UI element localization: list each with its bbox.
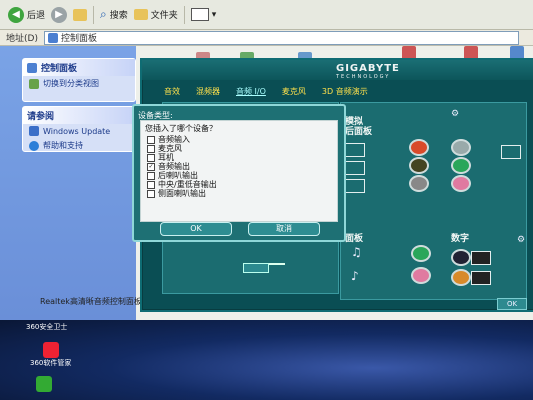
see-also-box: 请参阅 Windows Update 帮助和支持 (22, 106, 136, 152)
tab-sound-effects[interactable]: 音效 (162, 86, 182, 97)
settings-gear-icon[interactable]: ⚙ (517, 235, 525, 245)
up-folder-button[interactable] (73, 8, 88, 21)
chevron-down-icon: ▾ (211, 9, 217, 20)
divider (183, 5, 185, 24)
folder-icon (133, 9, 148, 20)
checkbox[interactable] (147, 189, 155, 198)
category-view-icon (29, 78, 39, 89)
back-arrow-icon: ◀ (8, 6, 24, 23)
tab-3d-audio-demo[interactable]: 3D 音频演示 (320, 86, 370, 97)
address-bar: 地址(D) 控制面板 (0, 30, 533, 46)
app-icon (42, 342, 59, 358)
digital-label: 数字 (451, 234, 470, 244)
device-options: 音频输入 麦克风 耳机 ✓ 音频输出 后喇叭输出 中央/重低音输出 侧面喇叭输出 (147, 135, 217, 198)
device-type-dialog: 设备类型: 您插入了哪个设备？ 音频输入 麦克风 耳机 ✓ 音频输出 后喇叭输出 … (132, 104, 346, 242)
control-panel-icon (47, 32, 58, 43)
checkbox-checked[interactable]: ✓ (147, 162, 155, 171)
windows-update-link[interactable]: Windows Update (23, 124, 135, 138)
jack-front-green-icon[interactable] (411, 245, 431, 262)
app-icon (36, 376, 52, 392)
views-icon (190, 8, 209, 21)
views-button[interactable]: ▾ (190, 8, 217, 21)
checkbox[interactable] (147, 144, 155, 153)
search-button[interactable]: ⌕ 搜索 (100, 7, 128, 22)
optical-icon (471, 251, 491, 265)
forward-button[interactable]: ▶ (51, 6, 68, 23)
speaker-icon (345, 179, 365, 193)
headphone-icon: ♫ (351, 245, 362, 259)
checkbox[interactable] (147, 171, 155, 180)
back-button[interactable]: ◀ 后退 (8, 6, 45, 23)
jack-config-area: 模拟 后面板 面板 ♫ ♪ 数字 ⚙ ⚙ (340, 102, 527, 300)
checkbox[interactable] (147, 180, 155, 189)
dialog-question: 您插入了哪个设备？ (145, 124, 217, 133)
jack-green-icon[interactable] (451, 157, 471, 174)
control-panel-box: 控制面板 切换到分类视图 (22, 58, 136, 102)
dialog-body: 您插入了哪个设备？ 音频输入 麦克风 耳机 ✓ 音频输出 后喇叭输出 中央/重低音… (140, 120, 338, 222)
tab-audio-io[interactable]: 音频 I/O (234, 86, 268, 97)
speaker-icon (345, 161, 365, 175)
panel-ok-button[interactable]: OK (497, 298, 527, 310)
windows-update-icon (29, 126, 39, 136)
jack-orange-icon[interactable] (409, 139, 429, 156)
optical-icon (471, 271, 491, 285)
desktop-icon-app[interactable] (36, 376, 52, 392)
address-input[interactable]: 控制面板 (43, 30, 519, 45)
jack-gray2-icon[interactable] (409, 175, 429, 192)
checkbox[interactable] (147, 153, 155, 162)
checkbox[interactable] (147, 135, 155, 144)
digital-coax-icon[interactable] (451, 249, 471, 266)
control-panel-icon (27, 62, 37, 73)
tab-microphone[interactable]: 麦克风 (280, 86, 308, 97)
speaker-icon (345, 143, 365, 157)
desktop-icon-360-software[interactable]: 360软件管家 (30, 342, 71, 368)
help-icon (29, 140, 39, 151)
analog-back-panel-label: 模拟 后面板 (345, 117, 373, 137)
folder-up-icon (73, 8, 88, 21)
speaker-stand-icon (255, 243, 285, 265)
dialog-cancel-button[interactable]: 取消 (248, 222, 320, 236)
settings-gear-icon[interactable]: ⚙ (451, 109, 459, 119)
option-side-speaker[interactable]: 侧面喇叭输出 (147, 189, 217, 198)
desktop-icon-360-safe[interactable]: 360安全卫士 (26, 322, 67, 332)
front-panel-label: 面板 (345, 234, 364, 244)
jack-black-icon[interactable] (409, 157, 429, 174)
jack-pink-icon[interactable] (451, 175, 471, 192)
jack-gray-icon[interactable] (451, 139, 471, 156)
switch-category-view-link[interactable]: 切换到分类视图 (23, 76, 135, 91)
explorer-toolbar: ◀ 后退 ▶ ⌕ 搜索 文件夹 ▾ (0, 0, 533, 30)
jack-front-pink-icon[interactable] (411, 267, 431, 284)
help-support-link[interactable]: 帮助和支持 (23, 138, 135, 153)
desktop: 360安全卫士 360软件管家 (0, 320, 533, 400)
search-icon: ⌕ (100, 7, 107, 21)
digital-coax-orange-icon[interactable] (451, 269, 471, 286)
gigabyte-logo: GIGABYTE TECHNOLOGY (336, 63, 400, 80)
microphone-icon: ♪ (351, 269, 359, 283)
status-text: Realtek高清晰音频控制面板 (40, 297, 142, 306)
play-button[interactable] (243, 263, 269, 273)
tab-mixer[interactable]: 混频器 (194, 86, 222, 97)
task-pane: 控制面板 切换到分类视图 请参阅 Windows Update 帮助和支持 (0, 46, 136, 320)
speaker-icon (501, 145, 521, 159)
dialog-ok-button[interactable]: OK (160, 222, 232, 236)
divider (93, 5, 95, 24)
forward-arrow-icon: ▶ (51, 6, 68, 23)
panel-tabs: 音效 混频器 音频 I/O 麦克风 3D 音频演示 (162, 86, 370, 97)
folders-button[interactable]: 文件夹 (133, 8, 178, 21)
panel-title-bar: GIGABYTE TECHNOLOGY (142, 60, 533, 80)
